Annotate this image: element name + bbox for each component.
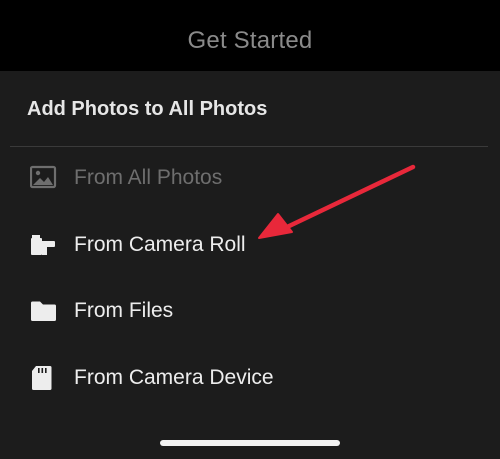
menu-item-from-all-photos: From All Photos — [0, 152, 500, 204]
top-bar: Get Started — [0, 0, 500, 71]
menu-item-label: From Camera Device — [74, 366, 274, 389]
menu-item-from-camera-device[interactable]: From Camera Device — [0, 352, 500, 404]
page-title: Get Started — [187, 27, 313, 54]
image-icon — [29, 165, 58, 191]
sd-card-icon — [30, 365, 58, 391]
folder-icon — [30, 298, 58, 324]
menu-item-label: From Camera Roll — [74, 233, 246, 256]
menu-item-from-files[interactable]: From Files — [0, 285, 500, 337]
divider — [10, 146, 488, 147]
add-photos-sheet: Add Photos to All Photos From All Photos — [0, 71, 500, 459]
camera-roll-icon — [30, 232, 58, 258]
menu-item-label: From Files — [74, 299, 174, 322]
screen: Get Started Add Photos to All Photos Fro… — [0, 0, 500, 459]
home-indicator[interactable] — [160, 440, 340, 446]
menu-item-label: From All Photos — [74, 166, 223, 189]
menu-item-from-camera-roll[interactable]: From Camera Roll — [0, 219, 500, 271]
sheet-title: Add Photos to All Photos — [27, 98, 268, 120]
